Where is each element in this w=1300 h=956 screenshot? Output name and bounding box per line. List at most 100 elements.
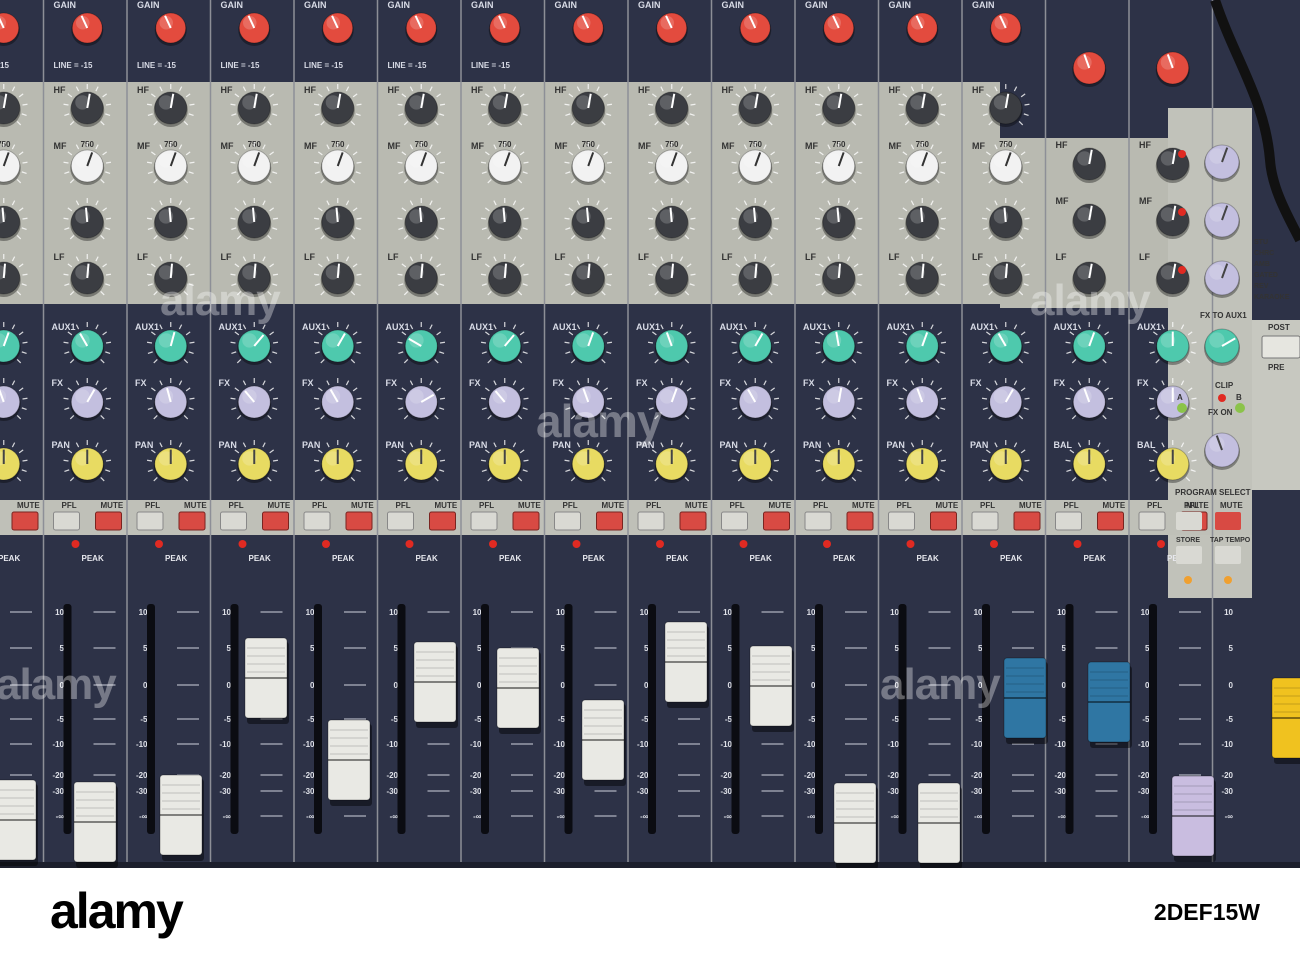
fader-slot bbox=[147, 604, 155, 834]
hf-scale bbox=[1024, 103, 1030, 106]
fx-label: FX bbox=[469, 378, 481, 388]
pan-label: PAN bbox=[887, 440, 905, 450]
peak-label: PEAK bbox=[833, 554, 855, 563]
pan-scale bbox=[146, 459, 153, 462]
pan-scale bbox=[731, 459, 737, 462]
fader-scale-label: -∞ bbox=[557, 812, 566, 821]
clip-led bbox=[1218, 394, 1226, 402]
fx-scale bbox=[146, 397, 153, 400]
mf-gain-scale bbox=[647, 217, 654, 220]
fader-scale-label: -∞ bbox=[724, 812, 733, 821]
mute-button bbox=[512, 511, 540, 531]
stock-footer bbox=[0, 868, 1300, 956]
fader-scale-label: 10 bbox=[1224, 608, 1233, 617]
pan-scale bbox=[439, 459, 446, 462]
hf-scale bbox=[564, 103, 570, 106]
lf-scale bbox=[105, 273, 112, 276]
pfl-button bbox=[1055, 511, 1082, 531]
aux-scale bbox=[731, 341, 737, 344]
fader-scale-label: -∞ bbox=[223, 812, 232, 821]
hf-scale bbox=[313, 103, 320, 106]
mute-button bbox=[11, 511, 39, 531]
fader-scale-label: -5 bbox=[224, 715, 232, 724]
pan-scale bbox=[564, 459, 570, 462]
lf-label: LF bbox=[889, 252, 900, 262]
mf-scale bbox=[105, 161, 112, 164]
lf-label: LF bbox=[722, 252, 733, 262]
pan-scale bbox=[480, 459, 487, 462]
fx-label: FX bbox=[803, 378, 815, 388]
master-pfl-button bbox=[1176, 512, 1202, 530]
mf-gain-scale bbox=[857, 217, 863, 220]
peak-label: PEAK bbox=[332, 554, 354, 563]
fx-scale bbox=[814, 397, 821, 400]
fx-label: FX bbox=[1054, 378, 1066, 388]
mf-label: MF bbox=[1056, 196, 1069, 206]
fader-scale-label: -5 bbox=[391, 715, 399, 724]
aux-scale bbox=[940, 341, 947, 344]
mute-button bbox=[846, 511, 874, 531]
pfl-button bbox=[804, 511, 832, 531]
pfl-button bbox=[136, 511, 164, 531]
fx-scale bbox=[439, 397, 446, 400]
mf-scale bbox=[940, 161, 947, 164]
mf-label: MF bbox=[221, 141, 234, 151]
tap-tempo-led bbox=[1224, 576, 1232, 584]
fader-scale-label: -30 bbox=[971, 787, 983, 796]
fader-scale-label: 10 bbox=[139, 608, 148, 617]
fader-scale-label: -5 bbox=[975, 715, 983, 724]
fx-label: FX bbox=[970, 378, 982, 388]
fader-scale-label: -∞ bbox=[1225, 812, 1234, 821]
peak-led bbox=[656, 540, 664, 548]
mf-gain-knob-pointer bbox=[1, 207, 5, 223]
hf-scale bbox=[356, 103, 362, 106]
fader-scale-label: -∞ bbox=[390, 812, 399, 821]
lf-knob-pointer bbox=[1004, 263, 1009, 279]
mf-scale bbox=[439, 161, 446, 164]
hf-scale bbox=[22, 103, 28, 106]
peak-label: PEAK bbox=[1084, 554, 1106, 563]
pfl-label: PFL bbox=[730, 501, 745, 510]
pfl-label: PFL bbox=[813, 501, 828, 510]
aux-label: AUX1 bbox=[970, 322, 994, 332]
lf-knob-pointer bbox=[503, 263, 508, 279]
hf-scale bbox=[146, 103, 153, 106]
pan-scale bbox=[647, 459, 654, 462]
fader-scale-label: -10 bbox=[386, 740, 398, 749]
pan-scale bbox=[981, 459, 988, 462]
mf-gain-knob-pointer bbox=[502, 207, 506, 223]
pan-label: BAL bbox=[1137, 440, 1156, 450]
fx-label: FX bbox=[720, 378, 732, 388]
mf-scale bbox=[647, 161, 654, 164]
mute-label: MUTE bbox=[769, 501, 792, 510]
fader-scale-label: -30 bbox=[1221, 787, 1233, 796]
pan-scale bbox=[105, 459, 112, 462]
line-label: LINE = -15 bbox=[471, 61, 510, 70]
gain-label: GAIN bbox=[638, 0, 661, 10]
lf-scale bbox=[898, 273, 904, 276]
pan-label: PAN bbox=[803, 440, 821, 450]
gain-label: GAIN bbox=[889, 0, 912, 10]
fader-scale-label: 10 bbox=[974, 608, 983, 617]
fader-scale-label: -5 bbox=[307, 715, 315, 724]
pan-scale bbox=[22, 459, 28, 462]
hf-scale bbox=[63, 103, 69, 106]
hf-scale bbox=[606, 103, 613, 106]
fader-slot bbox=[648, 604, 656, 834]
lf-knob-pointer bbox=[754, 263, 758, 279]
fader-scale-label: -20 bbox=[720, 771, 732, 780]
aux-scale bbox=[523, 341, 529, 344]
fader-scale-label: -30 bbox=[637, 787, 649, 796]
mute-label: MUTE bbox=[435, 501, 458, 510]
hf-label: HF bbox=[638, 85, 650, 95]
pan-scale bbox=[230, 459, 236, 462]
mf-gain-scale bbox=[105, 217, 112, 220]
lf-label: LF bbox=[137, 252, 148, 262]
fader-scale-label: 10 bbox=[389, 608, 398, 617]
fader-scale-label: -10 bbox=[470, 740, 482, 749]
lf-scale bbox=[814, 273, 821, 276]
pan-scale bbox=[857, 459, 863, 462]
fx-scale bbox=[731, 397, 737, 400]
aux-scale bbox=[773, 341, 780, 344]
fader-scale-label: -∞ bbox=[640, 812, 649, 821]
